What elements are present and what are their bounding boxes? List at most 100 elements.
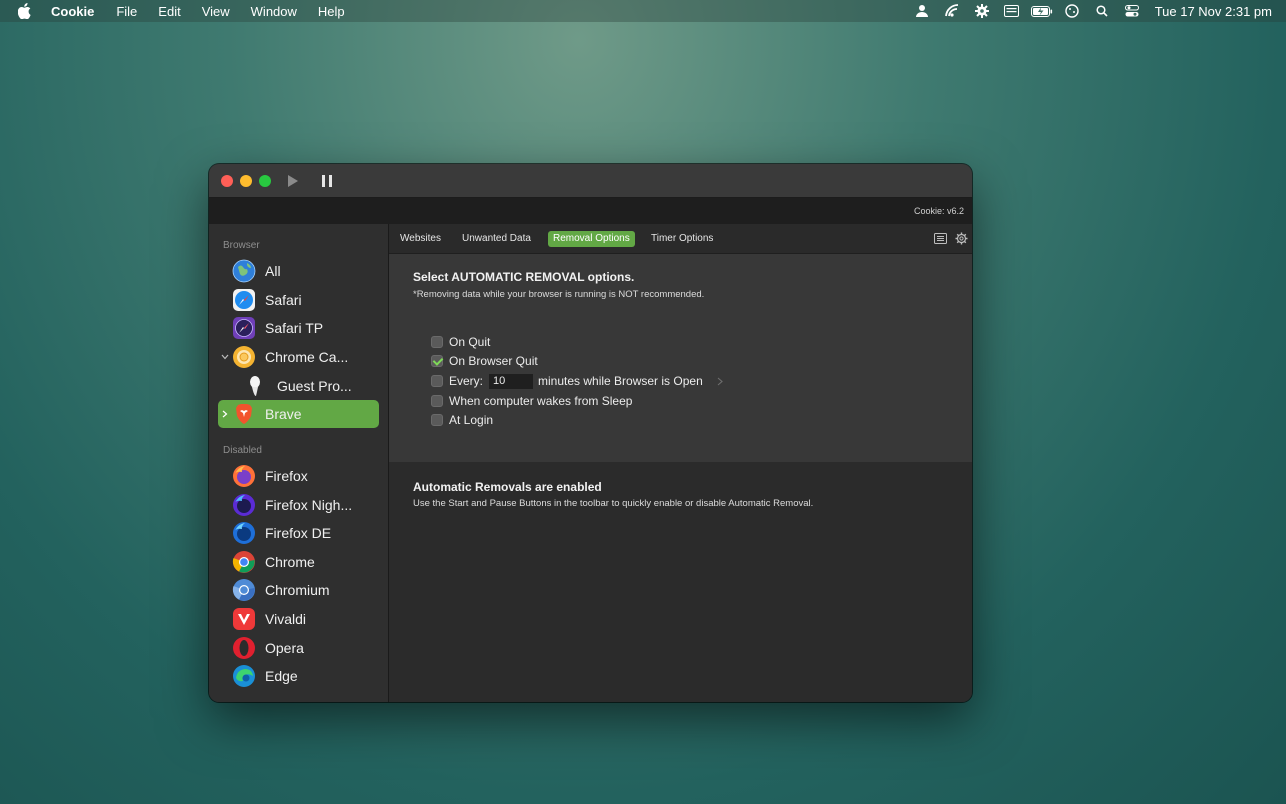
login-checkbox[interactable] (431, 414, 443, 426)
minimize-button[interactable] (240, 175, 252, 187)
on-browser-quit-label: On Browser Quit (449, 354, 538, 368)
keyboard-icon[interactable] (1001, 0, 1023, 22)
menubar-clock[interactable]: Tue 17 Nov 2:31 pm (1155, 4, 1272, 19)
file-menu[interactable]: File (116, 4, 137, 19)
sidebar-item-label: Firefox Nigh... (265, 497, 353, 513)
gear-icon[interactable] (971, 0, 993, 22)
user-icon[interactable] (911, 0, 933, 22)
tab-timer-options[interactable]: Timer Options (646, 231, 718, 247)
chevron-down-icon[interactable] (220, 352, 230, 362)
sidebar-item-label: Chrome (265, 554, 315, 570)
battery-icon[interactable] (1030, 0, 1053, 22)
globe-icon (232, 259, 256, 283)
wifi-icon[interactable] (941, 0, 963, 22)
sidebar-item-chromium[interactable]: Chromium (218, 576, 379, 604)
sidebar-item-label: Firefox DE (265, 525, 332, 541)
sidebar-item-safari[interactable]: Safari (218, 286, 379, 314)
option-wake-from-sleep[interactable]: When computer wakes from Sleep (431, 393, 632, 409)
title-bar (209, 164, 972, 198)
menu-bar: Cookie File Edit View Window Help Tue 17… (0, 0, 1286, 22)
list-view-icon[interactable] (933, 231, 947, 245)
option-on-browser-quit[interactable]: On Browser Quit (431, 353, 538, 369)
on-browser-quit-checkbox[interactable] (431, 355, 443, 367)
firefox-icon (232, 464, 256, 488)
sidebar-item-chrome-canary[interactable]: Chrome Ca... (218, 343, 379, 371)
main-content: Websites Unwanted Data Removal Options T… (389, 224, 972, 702)
cookie-status-icon[interactable] (1061, 0, 1083, 22)
edit-menu[interactable]: Edit (158, 4, 180, 19)
tab-bar: Websites Unwanted Data Removal Options T… (389, 224, 972, 254)
sidebar-item-all[interactable]: All (218, 257, 379, 285)
tab-unwanted-data[interactable]: Unwanted Data (457, 231, 536, 247)
on-quit-label: On Quit (449, 335, 491, 349)
brave-icon (232, 402, 256, 426)
browser-sidebar: Browser All Safari Safari TP Chrome Ca..… (209, 224, 389, 702)
on-quit-checkbox[interactable] (431, 336, 443, 348)
help-menu[interactable]: Help (318, 4, 345, 19)
sidebar-item-label: Edge (265, 668, 298, 684)
sidebar-item-label: Chrome Ca... (265, 349, 349, 365)
safari-tp-icon (232, 316, 256, 340)
sidebar-item-guest-profile[interactable]: Guest Pro... (218, 372, 379, 400)
status-text: Use the Start and Pause Buttons in the t… (413, 498, 814, 509)
sidebar-item-firefox[interactable]: Firefox (218, 462, 379, 490)
option-on-quit[interactable]: On Quit (431, 334, 490, 350)
sidebar-item-label: Vivaldi (265, 611, 306, 627)
safari-icon (232, 288, 256, 312)
apple-menu-icon[interactable] (18, 3, 32, 19)
control-center-icon[interactable] (1121, 0, 1143, 22)
chrome-icon (232, 550, 256, 574)
sidebar-item-chrome[interactable]: Chrome (218, 548, 379, 576)
sidebar-item-brave[interactable]: Brave (218, 400, 379, 428)
sidebar-item-label: Firefox (265, 468, 308, 484)
minutes-input[interactable] (489, 373, 534, 389)
sidebar-item-edge[interactable]: Edge (218, 662, 379, 690)
sidebar-item-label: Opera (265, 640, 304, 656)
chrome-canary-icon (232, 345, 256, 369)
sidebar-item-firefox-nightly[interactable]: Firefox Nigh... (218, 491, 379, 519)
disabled-section-title: Disabled (223, 445, 262, 456)
status-panel: Automatic Removals are enabled Use the S… (389, 462, 972, 702)
pause-button[interactable] (318, 172, 336, 190)
version-label: Cookie: v6.2 (913, 206, 964, 216)
app-menu[interactable]: Cookie (51, 4, 94, 19)
edge-icon (232, 664, 256, 688)
tab-removal-options[interactable]: Removal Options (548, 231, 635, 247)
close-button[interactable] (221, 175, 233, 187)
sidebar-item-label: Chromium (265, 582, 330, 598)
start-button[interactable] (284, 172, 302, 190)
removal-heading: Select AUTOMATIC REMOVAL options. (413, 270, 635, 284)
option-at-login[interactable]: At Login (431, 412, 493, 428)
firefox-nightly-icon (232, 493, 256, 517)
firefox-de-icon (232, 521, 256, 545)
vivaldi-icon (232, 607, 256, 631)
chevron-right-icon[interactable] (717, 375, 725, 387)
wake-checkbox[interactable] (431, 395, 443, 407)
chromium-icon (232, 578, 256, 602)
sidebar-item-label: Safari (265, 292, 302, 308)
chevron-right-icon[interactable] (220, 409, 230, 419)
every-label: Every: (449, 374, 484, 388)
sidebar-item-vivaldi[interactable]: Vivaldi (218, 605, 379, 633)
tab-websites[interactable]: Websites (395, 231, 446, 247)
search-icon[interactable] (1091, 0, 1113, 22)
sidebar-item-safari-tp[interactable]: Safari TP (218, 314, 379, 342)
view-menu[interactable]: View (202, 4, 230, 19)
sidebar-item-label: Guest Pro... (277, 378, 352, 394)
version-bar: Cookie: v6.2 (209, 198, 972, 224)
guest-profile-icon (244, 374, 268, 398)
app-window: Cookie: v6.2 Browser All Safari Safari T… (209, 164, 972, 702)
window-menu[interactable]: Window (251, 4, 297, 19)
removal-warning: *Removing data while your browser is run… (413, 289, 705, 300)
zoom-button[interactable] (259, 175, 271, 187)
settings-gear-icon[interactable] (954, 231, 968, 245)
sidebar-item-firefox-de[interactable]: Firefox DE (218, 519, 379, 547)
opera-icon (232, 636, 256, 660)
every-checkbox[interactable] (431, 375, 443, 387)
option-every[interactable]: Every: minutes while Browser is Open (431, 373, 725, 389)
sidebar-item-opera[interactable]: Opera (218, 634, 379, 662)
login-label: At Login (449, 413, 494, 427)
sidebar-item-label: Safari TP (265, 320, 324, 336)
browser-section-title: Browser (223, 240, 260, 251)
sidebar-item-label: All (265, 263, 281, 279)
